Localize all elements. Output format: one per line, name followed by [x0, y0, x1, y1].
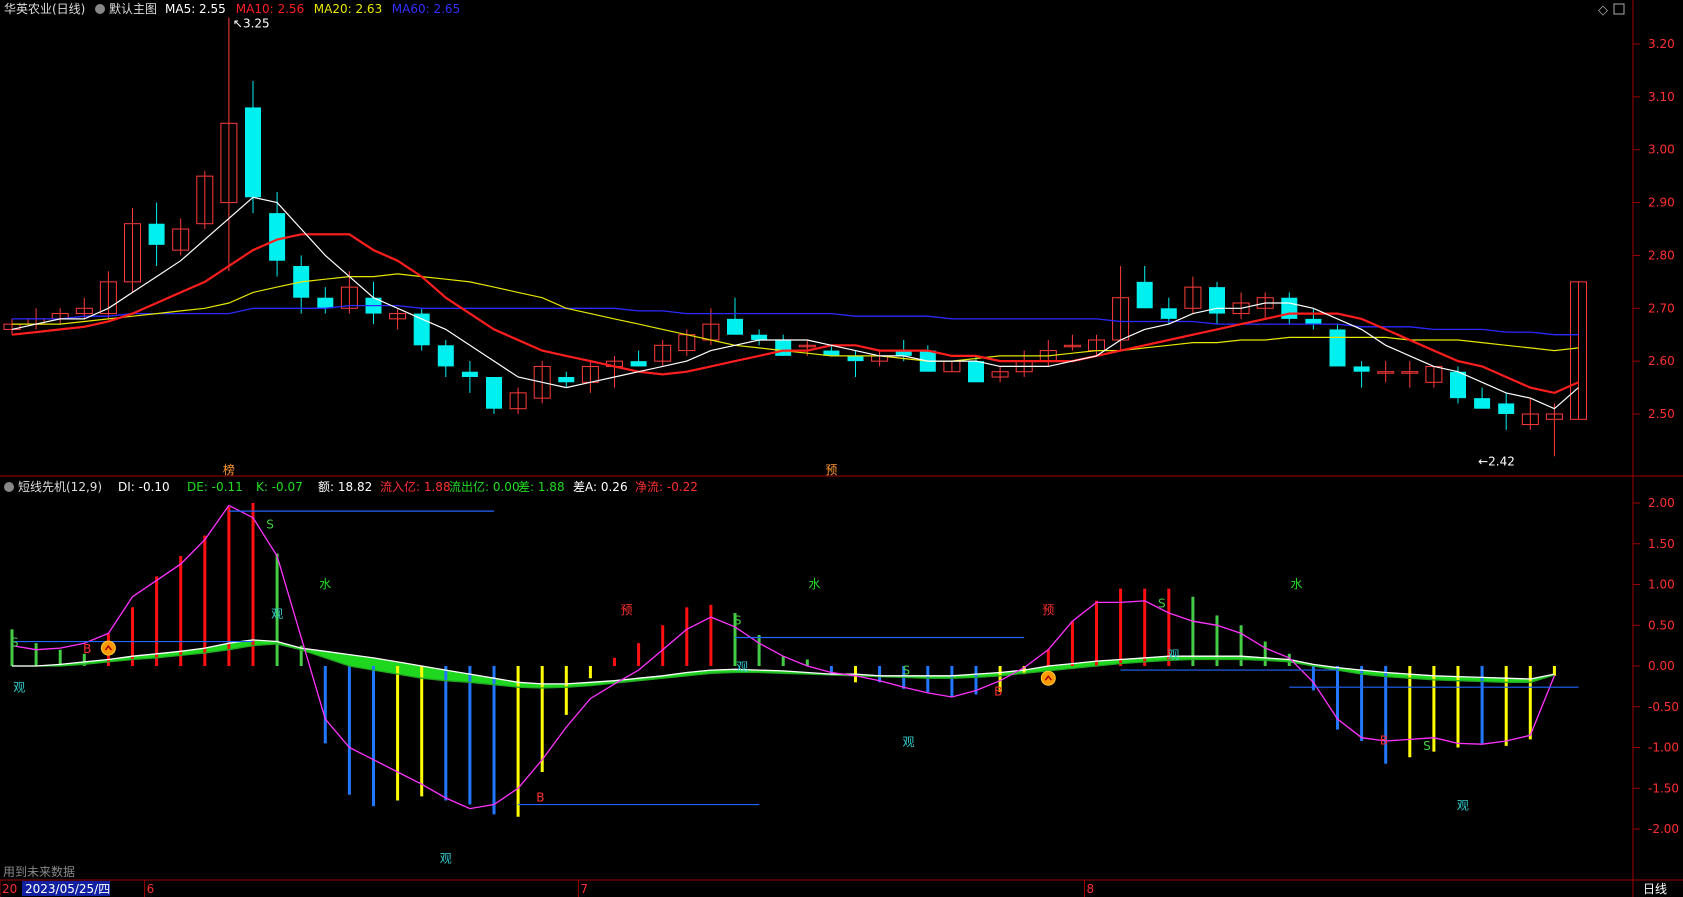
signal-label: B [536, 790, 544, 804]
main-ytick-label: 2.70 [1648, 301, 1675, 315]
main-legend-item: MA5: 2.55 [165, 2, 226, 16]
indicator-legend-item: K: -0.07 [256, 480, 303, 494]
candle-body-down[interactable] [486, 377, 502, 409]
candle-body-down[interactable] [968, 361, 984, 383]
candle-body-down[interactable] [1353, 366, 1370, 372]
signal-label: S [266, 517, 274, 531]
ma5-line [11, 196, 1579, 410]
yu-marker: 预 [825, 463, 837, 477]
main-legend-item: MA10: 2.56 [236, 2, 304, 16]
sub-ytick-label: -2.00 [1648, 822, 1679, 836]
signal-label: 水 [809, 577, 821, 591]
indicator-legend-item: 差A: 0.26 [573, 480, 628, 494]
signal-label: S [903, 663, 911, 677]
high-price-label: ↖3.25 [233, 17, 270, 31]
candles [3, 17, 1587, 457]
x-tick-label: 7 [580, 882, 588, 896]
signal-label: 观 [440, 852, 452, 866]
sub-ytick-label: -0.50 [1648, 700, 1679, 714]
main-ytick-label: 2.80 [1648, 248, 1675, 262]
candle-body-down[interactable] [461, 371, 478, 377]
candle-body-down[interactable] [1329, 329, 1346, 367]
indicator-title: 短线先机(12,9) [18, 480, 102, 494]
buy-marker-icon[interactable] [100, 640, 116, 656]
main-ytick-label: 2.60 [1648, 354, 1675, 368]
main-ytick-label: 2.50 [1648, 407, 1675, 421]
main-menu-label: 默认主图 [109, 1, 157, 16]
candle-body-down[interactable] [558, 377, 575, 383]
stock-title: 华英农业(日线) [4, 2, 85, 16]
candle-body-down[interactable] [1160, 308, 1177, 319]
signal-label: B [1380, 733, 1388, 747]
diamond-icon: ◇ [1598, 3, 1608, 18]
candle-body-down[interactable] [148, 223, 165, 245]
indicator-legend-item: 流出亿: 0.00 [449, 479, 520, 494]
signal-label: B [83, 642, 91, 656]
main-ytick-label: 2.90 [1648, 196, 1675, 210]
chart-canvas[interactable]: 3.20 3.10 3.00 2.90 2.80 2.70 2.60 2.50 ↖3.25 ←2.… [0, 0, 1683, 897]
candle-body-down[interactable] [1305, 318, 1322, 325]
signal-label: 观 [903, 735, 915, 749]
sub-ytick-label: 1.00 [1648, 578, 1675, 592]
indicator-legend-item: 净流: -0.22 [635, 480, 698, 494]
candle-body-down[interactable] [437, 345, 454, 367]
signal-label: S [734, 614, 742, 628]
signal-label: 观 [271, 607, 283, 621]
date-cursor-label: 2023/05/25/四 [25, 882, 110, 896]
candle-body-down[interactable] [1450, 371, 1466, 399]
indicator-legend-item: 差: 1.88 [518, 480, 565, 494]
main-ytick-label: 3.00 [1648, 143, 1675, 157]
main-ytick-label: 3.20 [1648, 37, 1675, 51]
period-label: 日线 [1643, 882, 1667, 896]
window-icon[interactable] [1613, 3, 1625, 15]
signal-label: 观 [1168, 648, 1180, 662]
candle-body-down[interactable] [775, 340, 792, 356]
bang-marker: 榜 [223, 462, 235, 477]
candle-body-down[interactable] [1474, 398, 1491, 409]
candle-body-down[interactable] [847, 355, 864, 362]
indicator-legend-item: DI: -0.10 [118, 480, 170, 494]
main-legend-item: MA60: 2.65 [392, 2, 460, 16]
signal-label: 水 [1291, 577, 1303, 591]
sub-ytick-label: -1.00 [1648, 741, 1679, 755]
main-legend-item: MA20: 2.63 [314, 2, 382, 16]
sub-ytick-label: 1.50 [1648, 537, 1675, 551]
candle-body-down[interactable] [751, 334, 768, 340]
signal-label: S [11, 636, 19, 650]
main-ytick-label: 3.10 [1648, 90, 1675, 104]
future-data-note: 用到未来数据 [3, 864, 75, 879]
signal-label: 预 [1042, 603, 1054, 617]
sub-ytick-label: 0.50 [1648, 618, 1675, 632]
candle-body-down[interactable] [1498, 403, 1515, 414]
signal-label: 观 [1457, 799, 1469, 813]
indicator-legend-item: DE: -0.11 [187, 480, 243, 494]
signal-label: 预 [621, 603, 633, 617]
indicator-legend-item: 额: 18.82 [318, 480, 372, 494]
low-price-label: ←2.42 [1478, 454, 1515, 468]
buy-marker-icon[interactable] [1040, 670, 1056, 686]
signal-label: 观 [736, 660, 748, 674]
candle-body-down[interactable] [630, 361, 647, 367]
candle-body-down[interactable] [269, 213, 286, 261]
sub-ytick-label: 2.00 [1648, 496, 1675, 510]
candle-body-down[interactable] [245, 107, 261, 198]
candle-body-down[interactable] [1136, 281, 1153, 309]
x-tick-label: 20 [2, 882, 17, 896]
x-tick-label: 6 [147, 882, 155, 896]
candle-body-down[interactable] [317, 297, 334, 309]
sub-ytick-label: -1.50 [1648, 781, 1679, 795]
x-tick-label: 8 [1087, 882, 1095, 896]
menu-toggle-icon[interactable] [95, 4, 105, 14]
signal-label: 观 [13, 680, 25, 694]
sub-ytick-label: 0.00 [1648, 659, 1675, 673]
signal-label: S [1158, 596, 1166, 610]
indicator-legend-item: 流入亿: 1.88 [380, 479, 451, 494]
candle-body-down[interactable] [727, 318, 743, 335]
signal-label: 水 [319, 577, 331, 591]
indicator-toggle-icon[interactable] [4, 482, 14, 492]
signal-label: B [994, 684, 1002, 698]
signal-label: S [1423, 739, 1431, 753]
